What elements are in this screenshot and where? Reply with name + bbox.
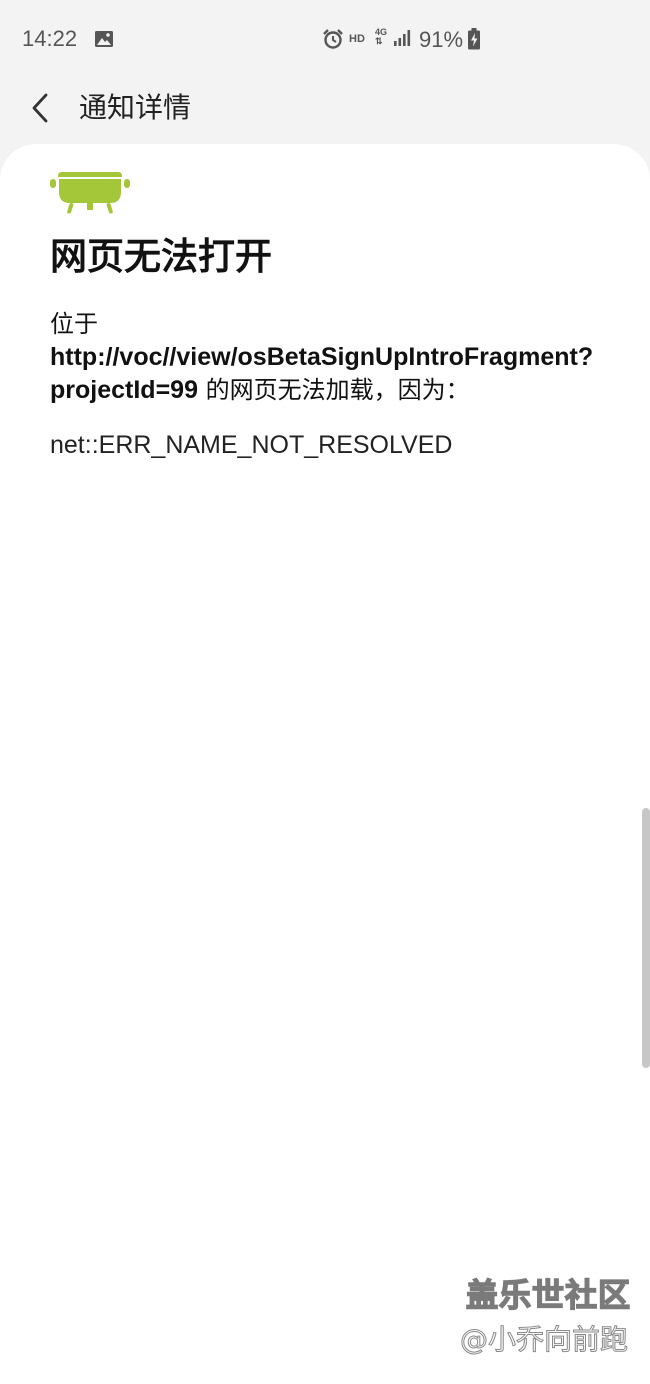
alarm-icon <box>323 29 343 49</box>
project-id: projectId=99 <box>50 376 198 404</box>
error-title: 网页无法打开 <box>50 235 272 278</box>
watermark-community: 盖乐世社区 <box>465 1275 632 1315</box>
battery-charging-icon <box>468 28 480 50</box>
error-suffix: 的网页无法加载，因为： <box>197 376 470 404</box>
chevron-left-icon <box>32 93 48 123</box>
error-line-2: projectId=99 的网页无法加载，因为： <box>50 376 470 404</box>
back-button[interactable] <box>22 84 62 128</box>
scrollbar[interactable] <box>642 808 650 1068</box>
content-card: 网页无法打开 位于 http://voc//view/osBetaSignUpI… <box>0 144 650 1384</box>
status-bar: 14:22 HD 4G ⇅ 91% <box>0 0 650 80</box>
hd-badge: HD <box>349 33 365 45</box>
status-time: 14:22 <box>22 26 78 51</box>
battery-percentage: 91% <box>419 27 464 52</box>
android-logo <box>50 172 130 214</box>
app-bar: 通知详情 <box>0 80 650 140</box>
failed-url: http://voc//view/osBetaSignUpIntroFragme… <box>50 343 594 371</box>
network-type-badge: 4G ⇅ <box>375 28 387 46</box>
error-description: 位于 http://voc//view/osBetaSignUpIntroFra… <box>50 308 612 407</box>
signal-icon <box>394 30 411 46</box>
data-arrows-icon: ⇅ <box>375 36 383 46</box>
gallery-icon <box>95 31 113 47</box>
error-prefix: 位于 <box>50 310 98 338</box>
page-title: 通知详情 <box>79 91 192 124</box>
error-code: net::ERR_NAME_NOT_RESOLVED <box>50 431 453 459</box>
watermark-author: @小乔向前跑 <box>459 1323 629 1357</box>
